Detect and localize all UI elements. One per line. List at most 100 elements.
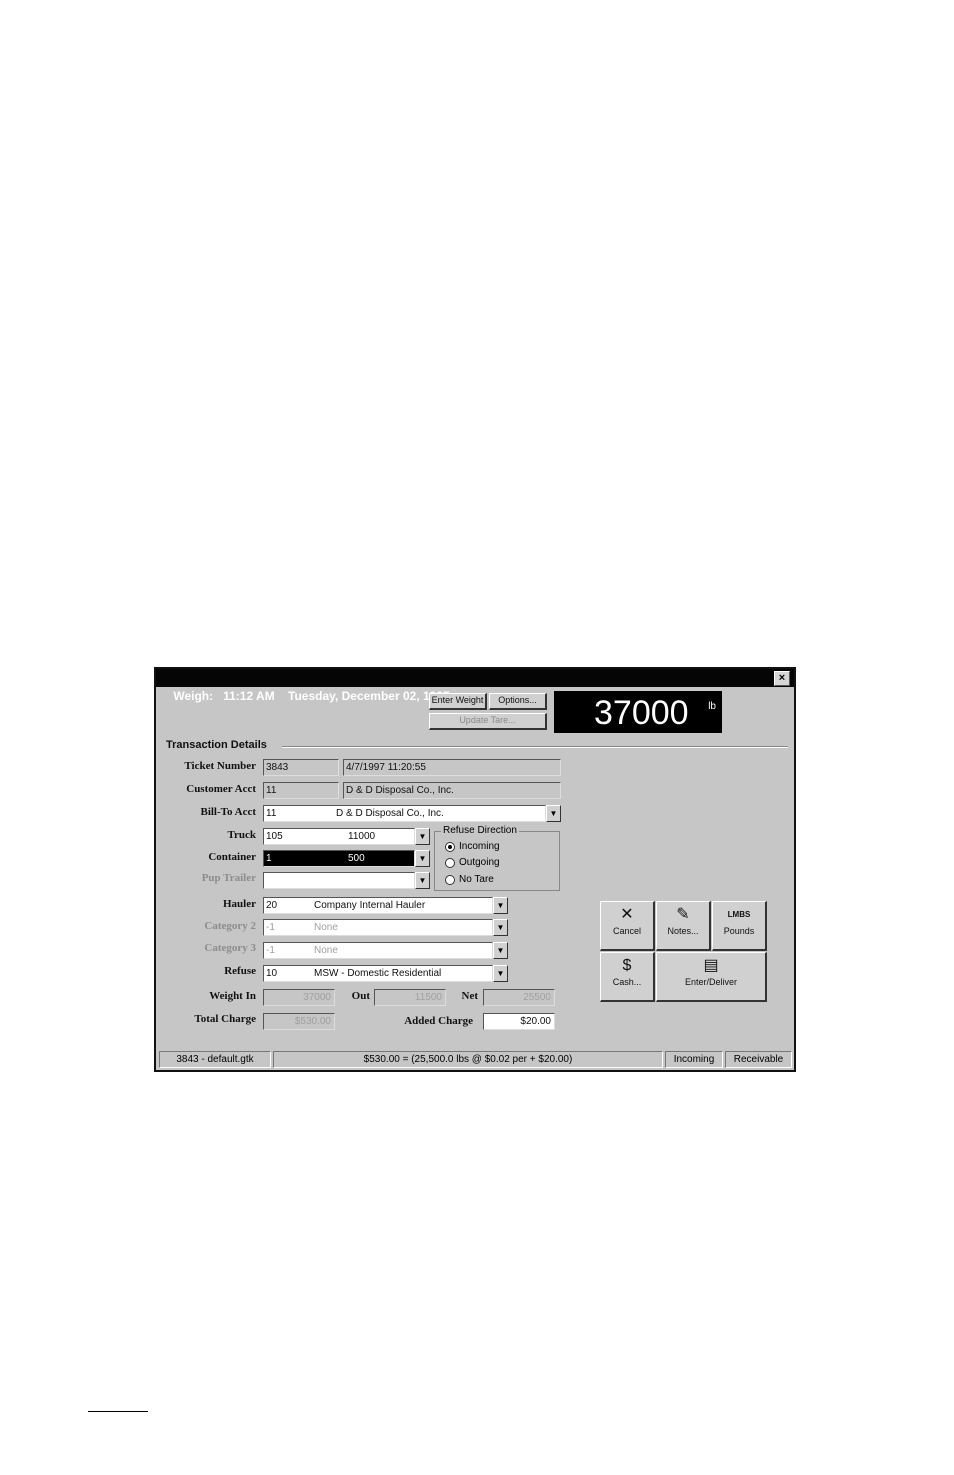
cash-label: Cash... bbox=[612, 977, 642, 987]
notes-label: Notes... bbox=[667, 926, 699, 936]
transaction-details-title: Transaction Details bbox=[166, 739, 267, 751]
enter-deliver-label: Enter/Deliver bbox=[684, 977, 738, 987]
category3-label: Category 3 bbox=[204, 942, 256, 954]
container-tare: 500 bbox=[348, 853, 365, 864]
category3-combo[interactable]: -1 None bbox=[263, 942, 493, 959]
radio-incoming[interactable]: Incoming bbox=[445, 841, 500, 852]
customer-name-field: D & D Disposal Co., Inc. bbox=[343, 782, 561, 799]
truck-label: Truck bbox=[227, 829, 256, 841]
close-button[interactable]: × bbox=[774, 671, 790, 686]
bill-to-dropdown-button[interactable]: ▼ bbox=[546, 805, 561, 822]
category3-dropdown-button[interactable]: ▼ bbox=[493, 942, 508, 959]
ticket-number-label: Ticket Number bbox=[184, 760, 256, 772]
update-tare-button[interactable]: Update Tare... bbox=[429, 713, 547, 730]
refuse-dropdown-button[interactable]: ▼ bbox=[493, 965, 508, 982]
category2-dropdown-button[interactable]: ▼ bbox=[493, 919, 508, 936]
chevron-down-icon: ▼ bbox=[418, 832, 427, 841]
radio-incoming-label: Incoming bbox=[459, 841, 500, 852]
status-ticket: 3843 - default.gtk bbox=[159, 1051, 271, 1068]
options-button[interactable]: Options... bbox=[489, 693, 547, 710]
total-charge-field: $530.00 bbox=[263, 1013, 335, 1030]
notes-button[interactable]: ✎ Notes... bbox=[656, 901, 711, 951]
pup-trailer-dropdown-button[interactable]: ▼ bbox=[415, 872, 430, 889]
chevron-down-icon: ▼ bbox=[418, 854, 427, 863]
category3-name: None bbox=[314, 945, 338, 956]
truck-combo[interactable]: 105 11000 bbox=[263, 828, 415, 845]
refuse-combo[interactable]: 10 MSW - Domestic Residential bbox=[263, 965, 493, 982]
radio-outgoing-label: Outgoing bbox=[459, 857, 500, 868]
status-direction: Incoming bbox=[665, 1051, 723, 1068]
customer-acct-label: Customer Acct bbox=[186, 783, 256, 795]
truck-tare: 11000 bbox=[348, 831, 376, 842]
notes-pencil-icon: ✎ bbox=[676, 906, 690, 923]
added-charge-label: Added Charge bbox=[404, 1015, 473, 1027]
out-label: Out bbox=[351, 990, 370, 1002]
refuse-name: MSW - Domestic Residential bbox=[314, 968, 442, 979]
refuse-direction-group: Refuse Direction Incoming Outgoing No Ta… bbox=[434, 825, 560, 891]
category2-value: -1 bbox=[266, 922, 275, 933]
enter-weight-button[interactable]: Enter Weight bbox=[429, 693, 487, 710]
pounds-label: Pounds bbox=[723, 926, 755, 936]
net-label: Net bbox=[461, 990, 479, 1002]
truck-value: 105 bbox=[266, 831, 283, 842]
category2-label: Category 2 bbox=[204, 920, 256, 932]
chevron-down-icon: ▼ bbox=[549, 809, 558, 818]
pup-trailer-combo[interactable] bbox=[263, 872, 415, 889]
window-title: Weigh: 11:12 AM Tuesday, December 02, 19… bbox=[173, 689, 450, 703]
chevron-down-icon: ▼ bbox=[496, 901, 505, 910]
radio-empty-icon bbox=[445, 875, 455, 885]
refuse-label: Refuse bbox=[224, 965, 256, 977]
weight-in-label: Weight In bbox=[209, 990, 256, 1002]
page-rule bbox=[88, 1411, 148, 1412]
radio-selected-icon bbox=[445, 842, 455, 852]
category3-value: -1 bbox=[266, 945, 275, 956]
radio-outgoing[interactable]: Outgoing bbox=[445, 857, 500, 868]
radio-no-tare-label: No Tare bbox=[459, 874, 494, 885]
added-charge-field[interactable]: $20.00 bbox=[483, 1013, 555, 1030]
enter-deliver-button[interactable]: ▤ Enter/Deliver bbox=[656, 952, 767, 1002]
container-combo[interactable]: 1 500 bbox=[263, 850, 415, 867]
bill-to-acct-name: D & D Disposal Co., Inc. bbox=[336, 808, 444, 819]
customer-acct-field: 11 bbox=[263, 782, 339, 799]
hauler-name: Company Internal Hauler bbox=[314, 900, 426, 911]
bill-to-acct-label: Bill-To Acct bbox=[200, 806, 256, 818]
scale-display: 37000 lb bbox=[554, 691, 722, 733]
category2-name: None bbox=[314, 922, 338, 933]
container-dropdown-button[interactable]: ▼ bbox=[415, 850, 430, 867]
units-icon: LMBS bbox=[727, 910, 751, 919]
ticket-number-field: 3843 bbox=[263, 759, 339, 776]
chevron-down-icon: ▼ bbox=[418, 876, 427, 885]
cash-button[interactable]: $ Cash... bbox=[600, 952, 655, 1002]
chevron-down-icon: ▼ bbox=[496, 969, 505, 978]
net-weight-field: 25500 bbox=[483, 989, 555, 1006]
cancel-button[interactable]: ✕ Cancel bbox=[600, 901, 655, 951]
hauler-value: 20 bbox=[266, 900, 278, 911]
scale-unit: lb bbox=[708, 701, 716, 712]
ticket-date-field: 4/7/1997 11:20:55 bbox=[343, 759, 561, 776]
status-payment: Receivable bbox=[725, 1051, 792, 1068]
pup-trailer-label: Pup Trailer bbox=[201, 872, 256, 884]
cancel-x-icon: ✕ bbox=[620, 906, 634, 923]
weight-in-field: 37000 bbox=[263, 989, 335, 1006]
truck-dropdown-button[interactable]: ▼ bbox=[415, 828, 430, 845]
status-formula: $530.00 = (25,500.0 lbs @ $0.02 per + $2… bbox=[273, 1051, 663, 1068]
cancel-label: Cancel bbox=[612, 926, 641, 936]
hauler-dropdown-button[interactable]: ▼ bbox=[493, 897, 508, 914]
weight-out-field: 11500 bbox=[374, 989, 446, 1006]
title-bar: Weigh: 11:12 AM Tuesday, December 02, 19… bbox=[156, 669, 794, 703]
scale-value: 37000 bbox=[594, 694, 689, 732]
chevron-down-icon: ▼ bbox=[496, 946, 505, 955]
hauler-combo[interactable]: 20 Company Internal Hauler bbox=[263, 897, 493, 914]
close-icon: × bbox=[778, 672, 786, 684]
dollar-icon: $ bbox=[622, 957, 632, 974]
printer-icon: ▤ bbox=[703, 957, 719, 974]
bill-to-acct-combo[interactable]: 11 D & D Disposal Co., Inc. bbox=[263, 805, 546, 822]
refuse-value: 10 bbox=[266, 968, 278, 979]
container-label: Container bbox=[208, 851, 256, 863]
pounds-button[interactable]: LMBS Pounds bbox=[712, 901, 767, 951]
hauler-label: Hauler bbox=[223, 898, 256, 910]
category2-combo[interactable]: -1 None bbox=[263, 919, 493, 936]
radio-no-tare[interactable]: No Tare bbox=[445, 874, 494, 885]
radio-empty-icon bbox=[445, 858, 455, 868]
group-divider bbox=[282, 746, 788, 748]
